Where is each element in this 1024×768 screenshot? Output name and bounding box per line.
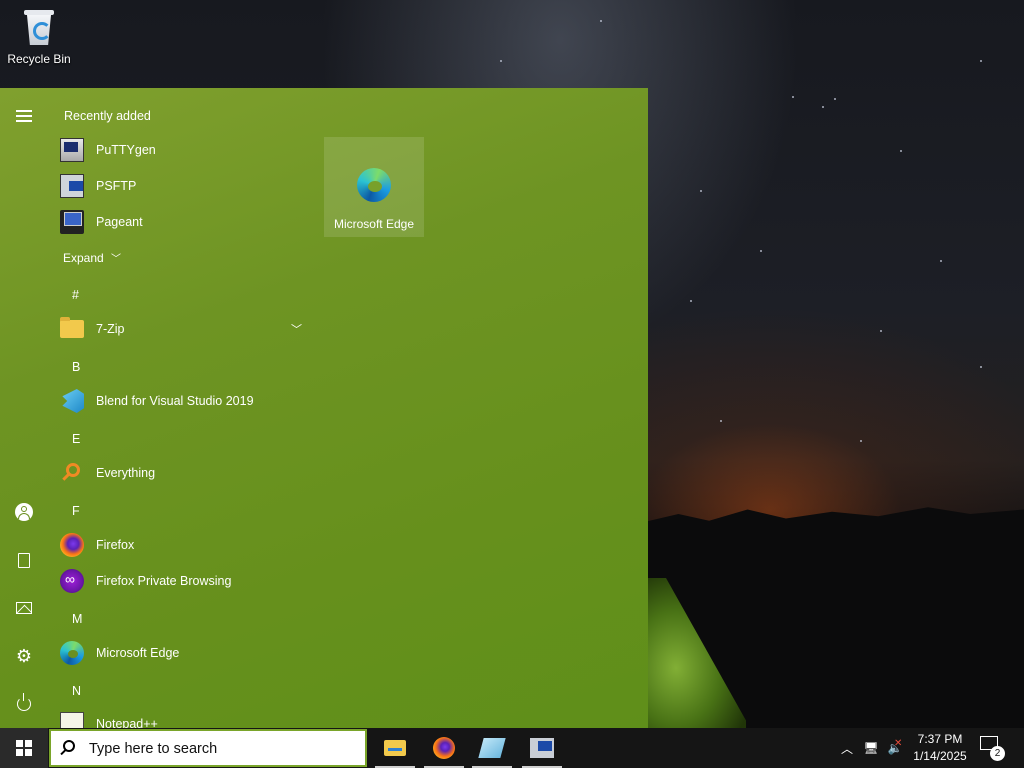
show-hidden-icons-button[interactable]: ︿: [838, 728, 856, 768]
start-rail: ⚙: [0, 88, 48, 728]
app-psftp[interactable]: PSFTP: [60, 170, 316, 202]
app-microsoft-edge[interactable]: Microsoft Edge: [60, 637, 316, 669]
search-icon: [63, 740, 75, 752]
blend-icon: [478, 738, 506, 758]
edge-icon: [60, 641, 84, 665]
pictures-icon: [16, 602, 32, 614]
firefox-icon: [60, 533, 84, 557]
taskbar-search-box[interactable]: [49, 729, 367, 767]
hamburger-icon: [16, 110, 32, 122]
everything-icon: [60, 461, 84, 485]
edge-icon: [357, 168, 391, 202]
clock[interactable]: 7:37 PM 1/14/2025: [905, 731, 975, 765]
clock-time: 7:37 PM: [917, 732, 963, 746]
recently-added-heading: Recently added: [64, 109, 151, 123]
user-icon: [15, 503, 33, 521]
chevron-down-icon: ﹀: [111, 254, 122, 265]
taskbar-firefox[interactable]: [424, 728, 464, 768]
tile-microsoft-edge[interactable]: Microsoft Edge: [324, 137, 424, 237]
documents-button[interactable]: [0, 540, 48, 580]
app-blend[interactable]: Blend for Visual Studio 2019: [60, 385, 316, 417]
taskbar-blend[interactable]: [472, 728, 512, 768]
app-pageant[interactable]: Pageant: [60, 206, 316, 238]
app-everything[interactable]: Everything: [60, 457, 316, 489]
putty-icon: [530, 738, 554, 758]
windows-logo-icon: [16, 740, 32, 756]
desktop-recycle-bin[interactable]: Recycle Bin: [4, 6, 74, 66]
pageant-icon: [60, 210, 84, 234]
pictures-button[interactable]: [0, 588, 48, 628]
blend-icon: [62, 389, 84, 413]
volume-button[interactable]: 🔈 ✕: [884, 728, 906, 768]
firefox-private-icon: [60, 569, 84, 593]
notification-count-badge: 2: [990, 746, 1005, 761]
user-button[interactable]: [0, 492, 48, 532]
group-letter[interactable]: N: [72, 684, 81, 698]
firefox-icon: [433, 737, 455, 759]
start-menu: ⚙ Recently added PuTTYgen PSFTP Pageant …: [0, 88, 648, 731]
group-letter[interactable]: F: [72, 504, 80, 518]
expand-button[interactable]: Expand ﹀: [63, 248, 121, 268]
file-explorer-icon: [384, 740, 406, 756]
taskbar-file-explorer[interactable]: [375, 728, 415, 768]
power-button[interactable]: [0, 684, 48, 724]
group-letter[interactable]: B: [72, 360, 80, 374]
documents-icon: [18, 552, 30, 568]
puttygen-icon: [60, 138, 84, 162]
group-letter[interactable]: E: [72, 432, 80, 446]
group-letter[interactable]: #: [72, 288, 79, 302]
taskbar-putty[interactable]: [522, 728, 562, 768]
app-puttygen[interactable]: PuTTYgen: [60, 134, 316, 166]
folder-icon: [60, 317, 84, 338]
settings-icon: ⚙: [15, 646, 33, 666]
psftp-icon: [60, 174, 84, 198]
action-center-button[interactable]: 2: [980, 736, 1005, 761]
app-7zip[interactable]: 7-Zip ﹀: [60, 313, 316, 345]
hamburger-button[interactable]: [0, 96, 48, 136]
taskbar: ︿ 🖥 🔈 ✕ 7:37 PM 1/14/2025 2: [0, 728, 1024, 768]
app-firefox[interactable]: Firefox: [60, 529, 316, 561]
search-input[interactable]: [87, 737, 361, 761]
group-letter[interactable]: M: [72, 612, 82, 626]
app-firefox-private[interactable]: Firefox Private Browsing: [60, 565, 316, 597]
network-icon: 🖥: [863, 741, 879, 755]
start-button[interactable]: [0, 728, 48, 768]
settings-button[interactable]: ⚙: [0, 636, 48, 676]
recycle-bin-icon: [22, 6, 56, 46]
recycle-bin-label: Recycle Bin: [7, 52, 71, 66]
network-button[interactable]: 🖥: [860, 728, 882, 768]
mute-x-icon: ✕: [894, 738, 903, 749]
chevron-up-icon: ︿: [840, 741, 853, 756]
power-icon: [17, 693, 31, 711]
clock-date: 1/14/2025: [913, 749, 967, 763]
chevron-down-icon[interactable]: ﹀: [291, 321, 302, 337]
